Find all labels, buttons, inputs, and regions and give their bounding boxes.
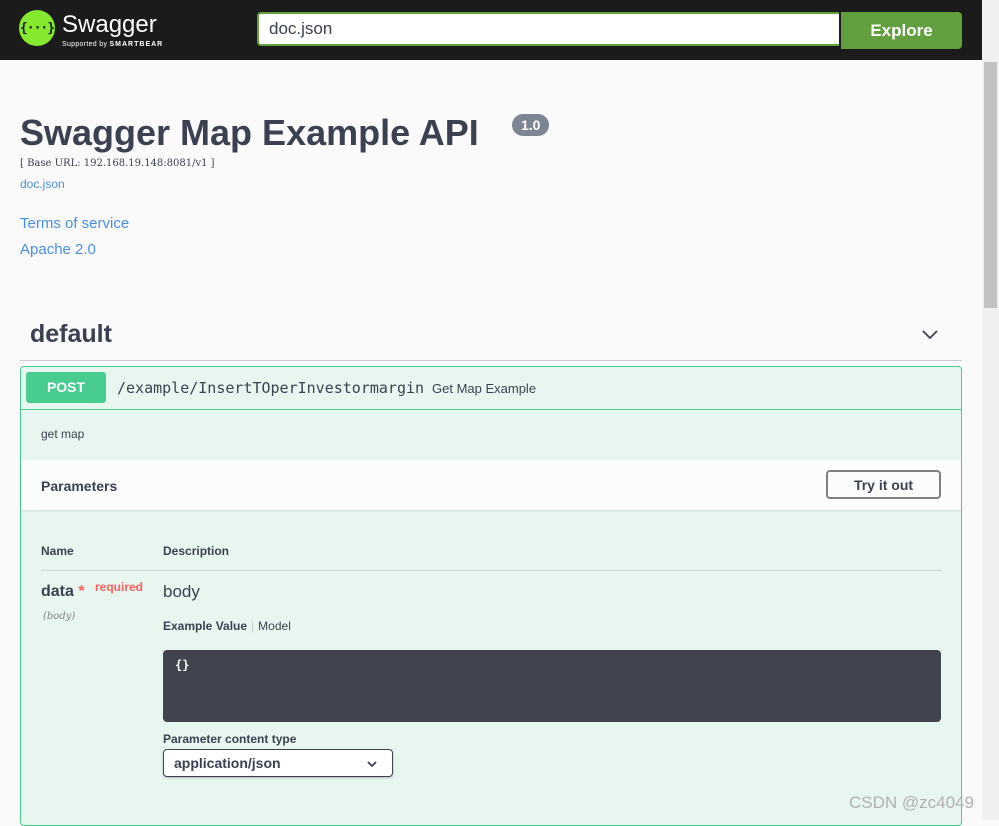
tag-title: default xyxy=(30,320,112,348)
operation-summary-text: Get Map Example xyxy=(432,381,537,396)
doc-json-link[interactable]: doc.json xyxy=(20,177,65,191)
parameters-header: Parameters Try it out xyxy=(21,460,961,510)
api-title: Swagger Map Example API xyxy=(20,112,479,153)
parameter-name: data * xyxy=(41,583,85,600)
example-model-tabs: Example Value | Model xyxy=(163,619,291,633)
tab-example-value[interactable]: Example Value xyxy=(163,619,247,633)
operation-summary[interactable]: POST /example/InsertTOperInvestormargin … xyxy=(21,367,961,410)
content-type-select[interactable]: application/json xyxy=(163,749,393,777)
brand-subtitle: Supported by SMARTBEAR xyxy=(62,41,164,48)
column-header-description: Description xyxy=(163,544,230,558)
license-link[interactable]: Apache 2.0 xyxy=(20,241,96,258)
brand-name[interactable]: Swagger xyxy=(62,11,157,39)
spec-url-input[interactable] xyxy=(257,12,839,46)
content-type-value: application/json xyxy=(174,755,281,771)
parameters-title: Parameters xyxy=(41,478,118,494)
terms-of-service-link[interactable]: Terms of service xyxy=(20,215,129,232)
swagger-logo-icon[interactable]: {···} xyxy=(19,10,55,46)
scrollbar-thumb[interactable] xyxy=(984,62,997,308)
version-badge: 1.0 xyxy=(512,114,550,136)
method-badge: POST xyxy=(26,372,106,403)
top-bar: {···} Swagger Supported by SMARTBEAR Exp… xyxy=(0,0,982,60)
watermark: CSDN @zc4049 xyxy=(849,793,974,812)
parameter-description: body xyxy=(163,582,200,601)
column-header-name: Name xyxy=(41,544,74,558)
tag-section-header[interactable]: default xyxy=(20,316,962,361)
parameter-location: (body) xyxy=(43,611,76,622)
chevron-down-icon[interactable] xyxy=(922,326,938,342)
example-code-text: {} xyxy=(175,658,190,672)
base-url: [ Base URL: 192.168.19.148:8081/v1 ] xyxy=(20,158,215,169)
explore-button[interactable]: Explore xyxy=(841,12,962,49)
chevron-down-icon xyxy=(367,761,377,768)
divider xyxy=(41,570,941,571)
operation-path: /example/InsertTOperInvestormargin xyxy=(117,379,425,397)
operation-block: POST /example/InsertTOperInvestormargin … xyxy=(20,366,962,826)
try-it-out-button[interactable]: Try it out xyxy=(826,470,941,499)
tab-model[interactable]: Model xyxy=(258,619,291,633)
required-star: * xyxy=(78,583,85,600)
content-type-label: Parameter content type xyxy=(163,732,297,746)
scrollbar[interactable] xyxy=(982,0,999,820)
example-value-code[interactable]: {} xyxy=(163,650,941,722)
operation-description: get map xyxy=(41,427,85,441)
required-label: required xyxy=(95,580,144,594)
